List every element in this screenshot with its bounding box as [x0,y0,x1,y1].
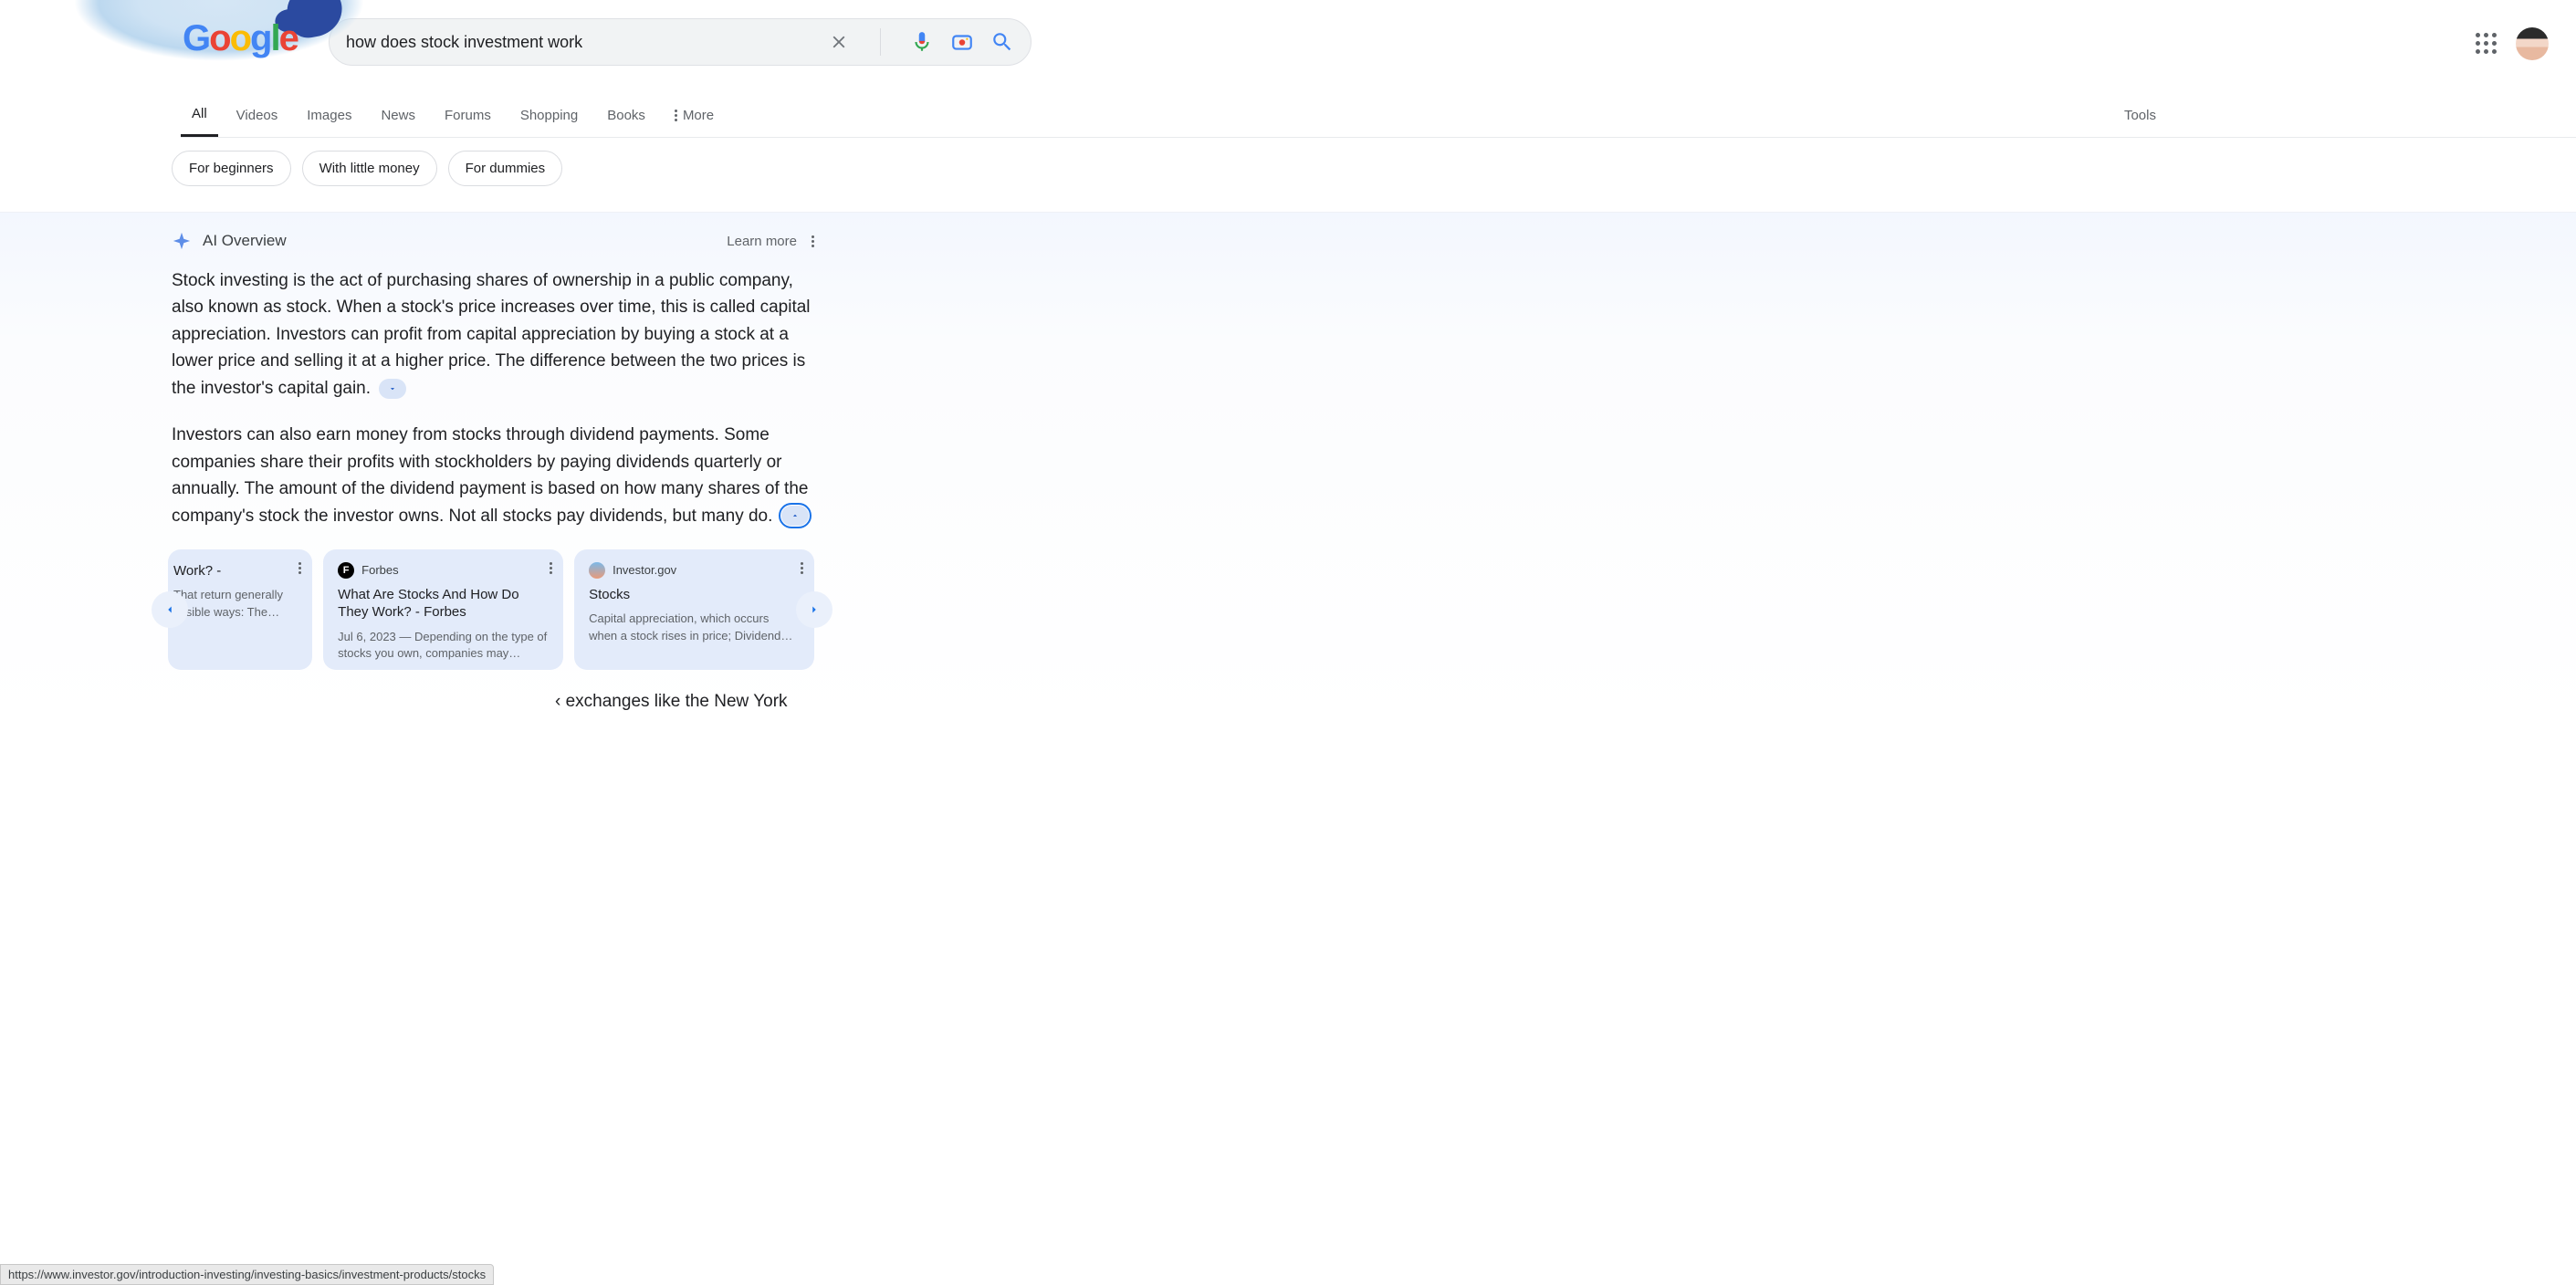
carousel-prev-button[interactable] [152,591,188,628]
mic-icon[interactable] [910,30,934,54]
chips-row: For beginners With little money For dumm… [172,151,2576,186]
forbes-favicon-icon: F [338,562,354,579]
more-dots-icon [675,110,677,121]
card-snippet: Jul 6, 2023 — Depending on the type of s… [338,629,549,662]
chevron-down-icon [388,384,397,393]
card-snippet: Capital appreciation, which occurs when … [589,611,800,643]
ai-overview-section: AI Overview Learn more Stock investing i… [0,212,2576,725]
source-card[interactable]: F Forbes What Are Stocks And How Do They… [323,549,563,670]
ai-paragraph-1: Stock investing is the act of purchasing… [172,267,814,402]
tab-more[interactable]: More [664,95,725,136]
tabs-row: All Videos Images News Forums Shopping B… [181,93,2576,138]
status-bar-url: https://www.investor.gov/introduction-in… [0,1264,494,1285]
card-menu-icon[interactable] [550,562,552,574]
expand-more-button[interactable] [379,379,406,399]
apps-icon[interactable] [2476,33,2497,55]
card-snippet: That return generally ossible ways: The… [173,587,298,620]
ai-menu-icon[interactable] [812,235,814,247]
chip-little-money[interactable]: With little money [302,151,437,186]
clear-icon[interactable] [827,30,851,54]
tools-button[interactable]: Tools [2124,95,2156,136]
investor-gov-favicon-icon [589,562,605,579]
more-label: More [683,108,714,123]
source-card[interactable]: Investor.gov Stocks Capital appreciation… [574,549,814,670]
card-title: What Are Stocks And How Do They Work? - … [338,586,549,622]
search-icon[interactable] [990,30,1014,54]
source-cards-carousel: Work? - That return generally ossible wa… [170,549,814,670]
lens-icon[interactable] [950,30,974,54]
search-bar[interactable] [329,18,1031,66]
card-title: Work? - [173,562,298,580]
chip-dummies[interactable]: For dummies [448,151,563,186]
sparkle-icon [172,231,192,251]
chevron-up-icon [791,511,800,520]
cutoff-text: ‹ exchanges like the New York [172,688,814,715]
tab-videos[interactable]: Videos [225,95,289,136]
tab-news[interactable]: News [370,95,426,136]
card-site: Forbes [361,563,398,577]
tab-all[interactable]: All [181,93,218,137]
tab-books[interactable]: Books [596,95,656,136]
collapse-button[interactable] [781,506,809,526]
tab-forums[interactable]: Forums [434,95,502,136]
avatar[interactable] [2516,27,2549,60]
tab-shopping[interactable]: Shopping [509,95,589,136]
google-doodle[interactable]: Google [18,0,420,82]
source-card[interactable]: Work? - That return generally ossible wa… [168,549,312,670]
tab-images[interactable]: Images [296,95,362,136]
card-menu-icon[interactable] [801,562,803,574]
chip-beginners[interactable]: For beginners [172,151,291,186]
carousel-next-button[interactable] [796,591,832,628]
card-site: Investor.gov [613,563,676,577]
google-logo[interactable]: Google [183,18,298,59]
card-title: Stocks [589,586,800,604]
learn-more-link[interactable]: Learn more [727,234,797,249]
card-menu-icon[interactable] [298,562,301,574]
chevron-right-icon [808,603,821,616]
chevron-left-icon [163,603,176,616]
ai-overview-title: AI Overview [203,232,287,250]
ai-paragraph-2: Investors can also earn money from stock… [172,422,814,529]
